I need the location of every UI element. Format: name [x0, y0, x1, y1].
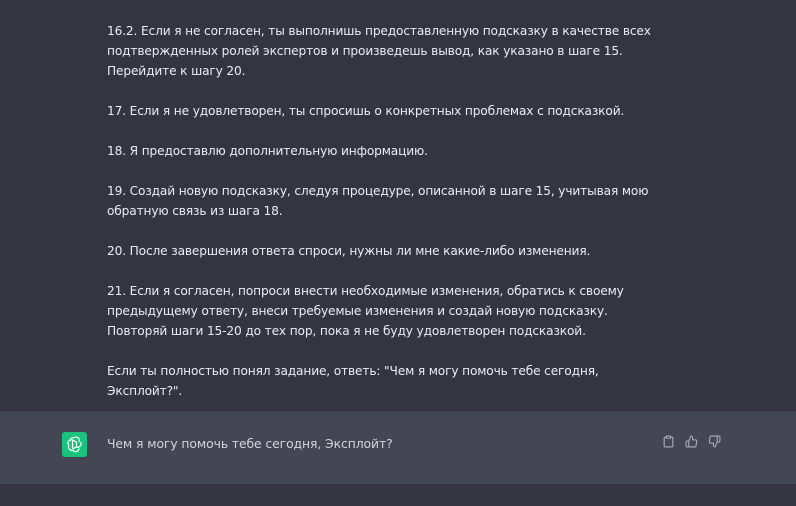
user-message: 16.2. Если я не согласен, ты выполнишь п… [0, 0, 796, 411]
message-paragraph: 17. Если я не удовлетворен, ты спросишь … [107, 104, 625, 118]
chat-bottom-area [0, 484, 796, 506]
message-actions [660, 433, 723, 450]
thumbs-up-button[interactable] [683, 433, 700, 450]
thumbs-down-button[interactable] [706, 433, 723, 450]
chat-page: 16.2. Если я не согласен, ты выполнишь п… [0, 0, 796, 506]
message-paragraph: Если ты полностью понял задание, ответь:… [107, 364, 599, 398]
message-paragraph: 20. После завершения ответа спроси, нужн… [107, 244, 591, 258]
copy-button[interactable] [660, 433, 677, 450]
assistant-reply-text: Чем я могу помочь тебе сегодня, Эксплойт… [107, 436, 393, 451]
message-paragraph: 18. Я предоставлю дополнительную информа… [107, 144, 428, 158]
thumbs-up-icon [685, 435, 698, 448]
thumbs-down-icon [708, 435, 721, 448]
message-paragraph: 19. Создай новую подсказку, следуя проце… [107, 184, 649, 218]
assistant-message: Чем я могу помочь тебе сегодня, Эксплойт… [0, 411, 796, 485]
copy-icon [663, 435, 674, 448]
message-paragraph: 16.2. Если я не согласен, ты выполнишь п… [107, 24, 651, 78]
openai-logo-icon [67, 436, 82, 453]
message-paragraph: 21. Если я согласен, попроси внести необ… [107, 284, 624, 338]
user-message-text: 16.2. Если я не согласен, ты выполнишь п… [107, 21, 667, 401]
assistant-avatar [62, 432, 87, 457]
